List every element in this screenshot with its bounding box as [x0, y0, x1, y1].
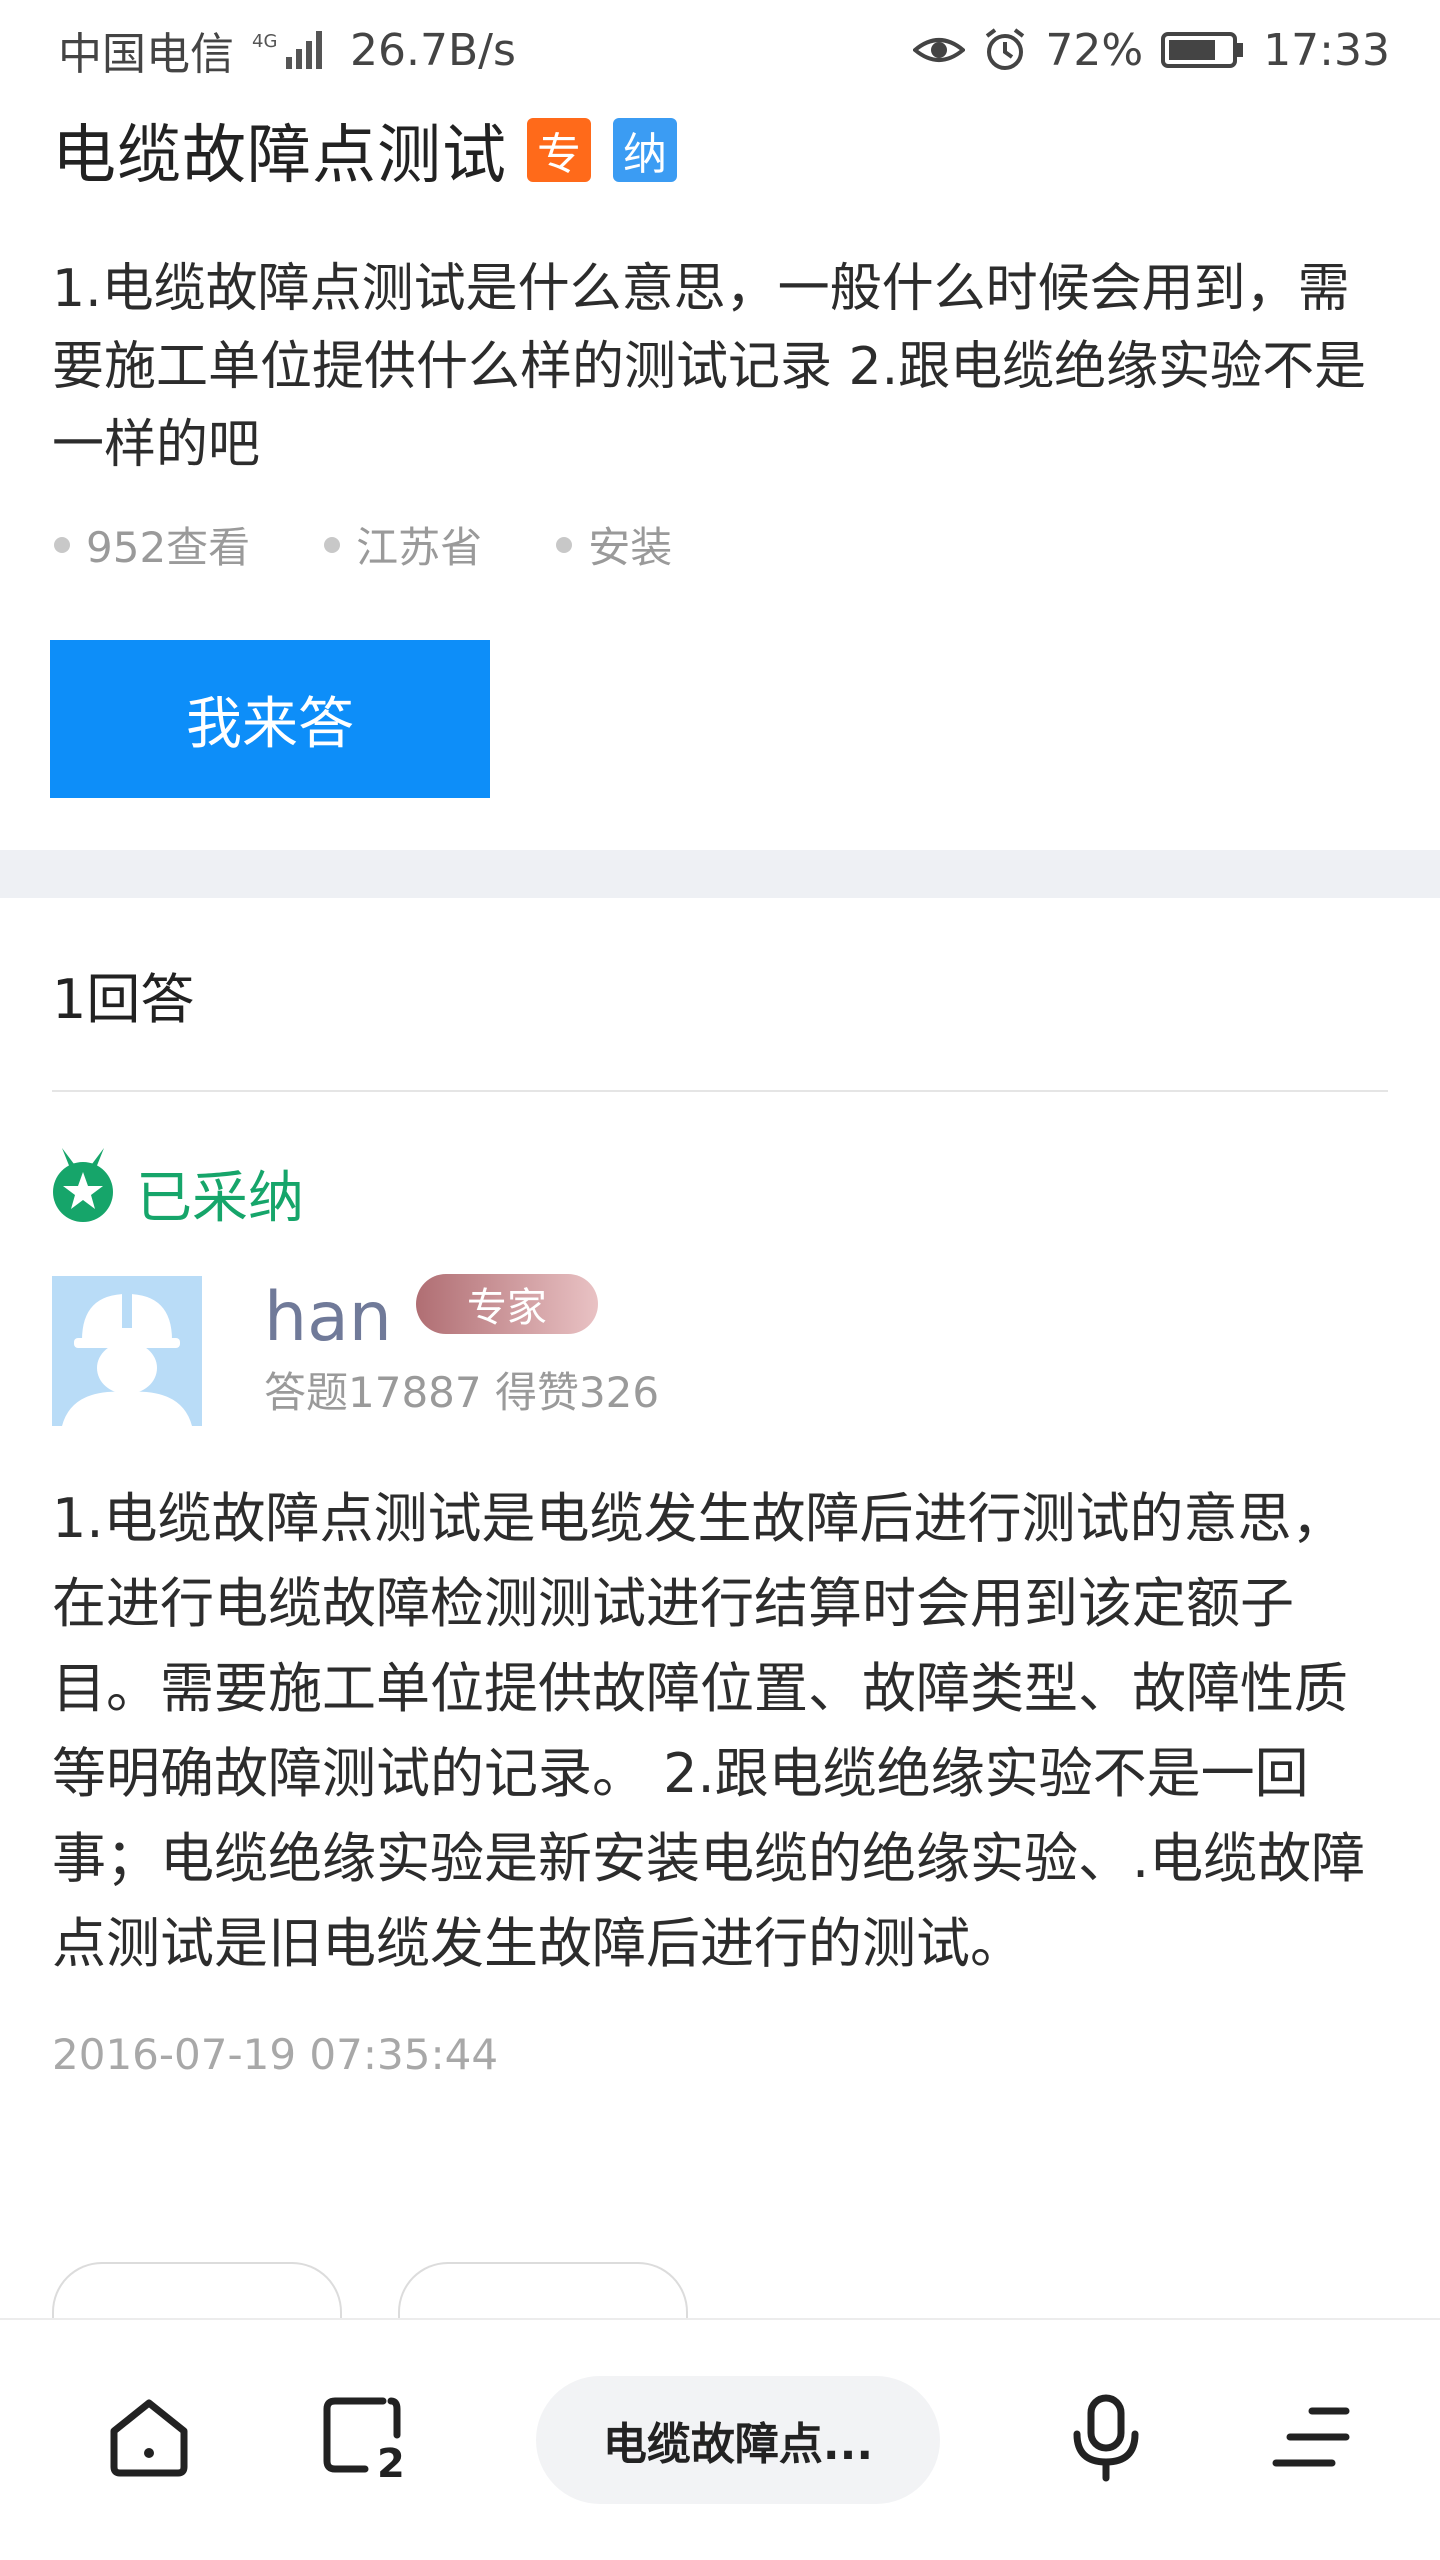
network-speed: 26.7B/s: [350, 24, 516, 76]
user-info: han 专家 答题17887 得赞326: [264, 1273, 660, 1420]
expert-question-badge: 专: [527, 118, 591, 182]
meta-views: 952查看: [52, 514, 250, 575]
answer-content: 1.电缆故障点测试是电缆发生故障后进行测试的意思，在进行电缆故障检测测试进行结算…: [52, 1487, 1366, 1975]
alarm-icon: [983, 28, 1027, 72]
status-bar: 中国电信 4G 26.7B/s 72% 17:33: [0, 0, 1440, 100]
answer-button[interactable]: 我来答: [50, 640, 490, 798]
category-label[interactable]: 安装: [588, 514, 672, 575]
network-type-label: 4G: [252, 31, 277, 52]
accepted-label-row: 已采纳: [52, 1148, 1388, 1238]
answer-count: 1回答: [52, 898, 1388, 1092]
accepted-question-badge: 纳: [613, 118, 677, 182]
accepted-text: 已采纳: [136, 1165, 304, 1231]
tabs-icon[interactable]: 2: [321, 2395, 407, 2487]
dot-icon: [324, 536, 341, 553]
user-name-row: han 专家: [264, 1273, 659, 1357]
meta-region: 江苏省: [322, 514, 482, 575]
avatar[interactable]: [52, 1276, 202, 1426]
battery-icon: [1161, 30, 1245, 70]
medal-icon: [52, 1148, 114, 1238]
clock-time: 17:33: [1263, 24, 1390, 76]
meta-category[interactable]: 安装: [554, 514, 672, 575]
user-stats: 答题17887 得赞326: [264, 1368, 660, 1417]
home-icon[interactable]: [106, 2397, 192, 2483]
question-section: 电缆故障点测试 专 纳 1.电缆故障点测试是什么意思，一般什么时候会用到，需要施…: [0, 100, 1440, 850]
region-label: 江苏省: [356, 523, 483, 572]
worker-avatar-icon: [52, 1276, 202, 1426]
battery-percent: 72%: [1045, 24, 1144, 76]
user-name[interactable]: han: [264, 1278, 392, 1357]
dot-icon: [556, 536, 573, 553]
microphone-icon[interactable]: [1069, 2394, 1143, 2486]
expert-badge: 专家: [415, 1273, 598, 1334]
carrier-label: 中国电信: [58, 29, 234, 80]
answers-section: 1回答 已采纳 han 专家 答题17887 得赞326 1.电缆故障点测试是电…: [0, 898, 1440, 2079]
status-left: 中国电信 4G 26.7B/s: [58, 18, 516, 82]
answer-user[interactable]: han 专家 答题17887 得赞326: [52, 1273, 1388, 1426]
status-right: 72% 17:33: [913, 25, 1390, 76]
section-divider: [0, 850, 1440, 898]
search-pill[interactable]: 电缆故障点...: [536, 2376, 940, 2504]
question-content: 1.电缆故障点测试是什么意思，一般什么时候会用到，需要施工单位提供什么样的测试记…: [52, 259, 1367, 475]
signal-icon: 4G: [252, 27, 332, 73]
views-count: 952查看: [86, 523, 251, 572]
answer-timestamp: 2016-07-19 07:35:44: [52, 2030, 499, 2079]
question-meta: 952查看 江苏省 安装: [52, 514, 1388, 575]
question-title-row: 电缆故障点测试 专 纳: [52, 100, 1388, 200]
bottom-nav: 2 电缆故障点...: [0, 2318, 1440, 2560]
tab-count: 2: [377, 2441, 405, 2481]
menu-icon[interactable]: [1272, 2403, 1352, 2477]
dot-icon: [54, 536, 70, 553]
question-title: 电缆故障点测试: [52, 119, 507, 193]
eye-icon: [913, 30, 966, 70]
